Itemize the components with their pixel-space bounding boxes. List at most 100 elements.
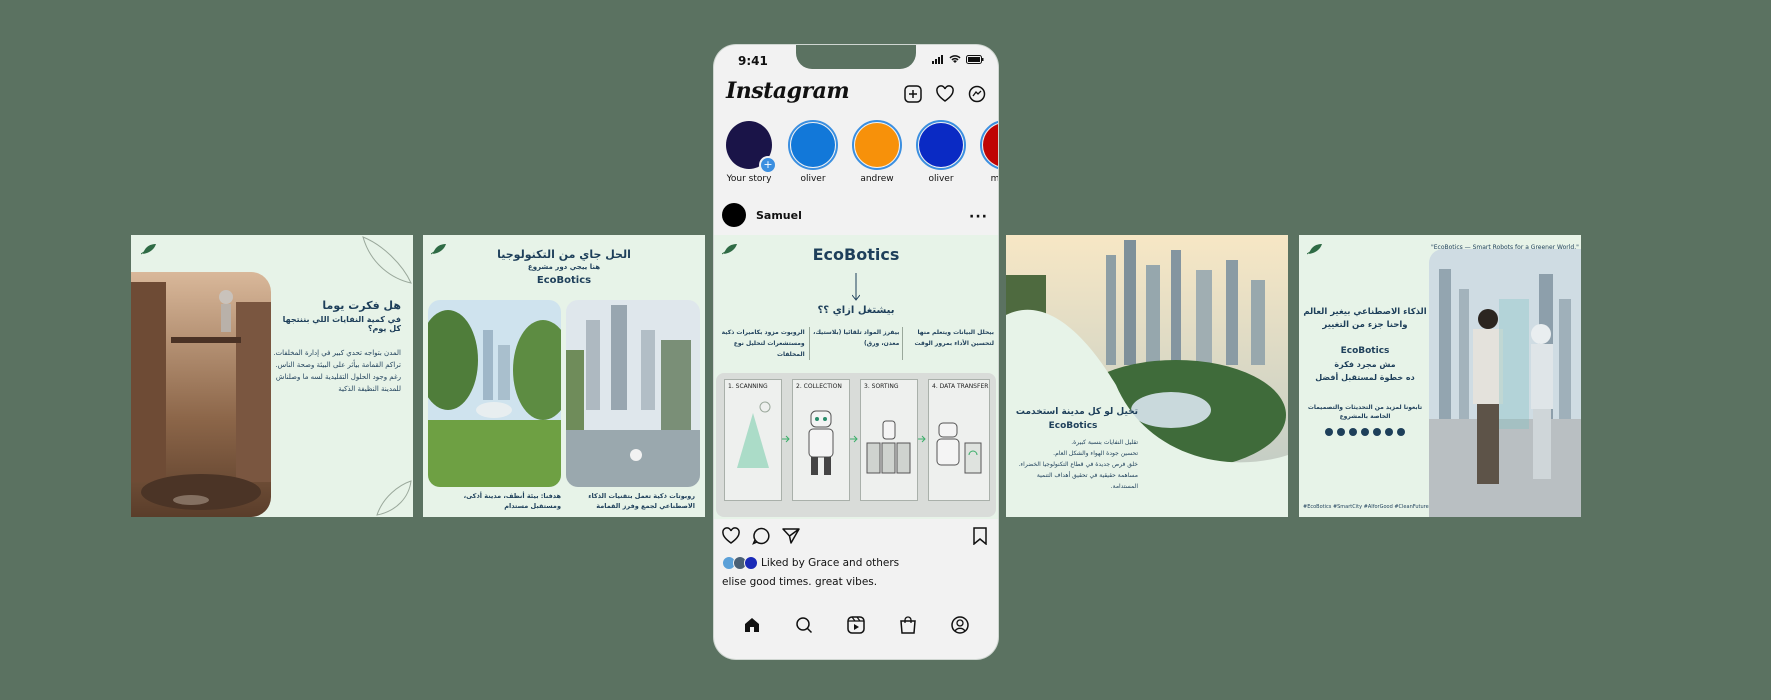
carousel-slide-5: "EcoBotics — Smart Robots for a Greener … xyxy=(1299,235,1581,517)
step-label: 3. SORTING xyxy=(864,383,899,390)
more-options-icon[interactable]: ··· xyxy=(969,209,988,225)
carousel-slide-4: تخيل لو كل مدينة استخدمت EcoBotics تقليل… xyxy=(1006,235,1288,517)
leaf-logo-icon xyxy=(141,244,156,255)
home-icon[interactable] xyxy=(743,616,761,634)
step-label: 1. SCANNING xyxy=(728,383,768,390)
story-name: oliver xyxy=(800,174,826,184)
social-icons xyxy=(1303,428,1427,436)
carousel-slide-2: الحل جاي من التكنولوجيا هنا ييجي دور مشر… xyxy=(423,235,705,517)
green-city-photo-2 xyxy=(566,300,700,487)
story-avatar xyxy=(855,123,899,167)
step-label: 2. COLLECTION xyxy=(796,383,842,390)
stories-tray: + Your story oliver andrew oliver mateo xyxy=(724,120,998,184)
shop-icon[interactable] xyxy=(899,616,917,634)
messenger-icon[interactable] xyxy=(968,85,986,103)
slide1-body-line: المدن بتواجه تحدي كبير في إدارة المخلفات… xyxy=(273,349,401,357)
phone-notch xyxy=(796,45,916,69)
bookmark-icon[interactable] xyxy=(972,527,988,545)
slide5-quote: "EcoBotics — Smart Robots for a Greener … xyxy=(1431,244,1579,251)
slide2-caption-right: روبوتات ذكية تعمل بتقنيات الذكاء الاصطنا… xyxy=(588,492,695,510)
story-name: andrew xyxy=(860,174,894,184)
bottom-nav xyxy=(714,591,998,659)
facebook-icon[interactable] xyxy=(1325,428,1333,436)
status-time: 9:41 xyxy=(738,54,768,68)
slide2-heading: الحل جاي من التكنولوجيا xyxy=(497,248,631,261)
add-story-icon[interactable]: + xyxy=(759,156,777,174)
post-author-name[interactable]: Samuel xyxy=(756,209,802,222)
slide4-body-line: خلق فرص جديدة في قطاع التكنولوجيا الخضرا… xyxy=(1018,461,1138,468)
story-avatar xyxy=(791,123,835,167)
step-card: 4. DATA TRANSFER xyxy=(928,379,990,501)
post-column: الروبوت مزود بكاميرات ذكية ومستشعرات لتح… xyxy=(721,329,805,358)
slide1-body-line: رغم وجود الحلول التقليدية لسه ما وصلناش xyxy=(275,373,401,381)
youtube-icon[interactable] xyxy=(1373,428,1381,436)
slide5-line-2: ده خطوة لمستقبل أفضل xyxy=(1315,373,1415,382)
story-item[interactable]: oliver xyxy=(916,120,966,184)
heart-icon[interactable] xyxy=(936,85,954,103)
post-caption: elise good times. great vibes. xyxy=(722,576,878,588)
slide1-heading-1: هل فكرت يوما xyxy=(322,299,401,312)
story-item[interactable]: andrew xyxy=(852,120,902,184)
arrow-right-icon xyxy=(782,435,790,443)
story-item[interactable]: oliver xyxy=(788,120,838,184)
slide4-heading: تخيل لو كل مدينة استخدمت xyxy=(1015,407,1138,417)
slide5-heading-2: واحنا جزء من التغيير xyxy=(1322,320,1408,330)
slide1-body-line: تراكم القمامة بيأثر على البيئة وصحة النا… xyxy=(275,361,401,369)
comment-icon[interactable] xyxy=(752,527,770,545)
new-post-icon[interactable] xyxy=(904,85,922,103)
story-item[interactable]: mateo xyxy=(980,120,998,184)
story-name: oliver xyxy=(928,174,954,184)
step-card: 1. SCANNING xyxy=(724,379,782,501)
reels-icon[interactable] xyxy=(847,616,865,634)
data-transfer-robot-icon xyxy=(936,422,982,474)
slide2-brand: EcoBotics xyxy=(536,275,592,286)
snapchat-icon[interactable] xyxy=(1361,428,1369,436)
post-author-avatar[interactable] xyxy=(722,203,746,227)
story-avatar xyxy=(919,123,963,167)
story-name: mateo xyxy=(990,174,998,184)
status-icons xyxy=(932,55,984,64)
linkedin-icon[interactable] xyxy=(1397,428,1405,436)
arrow-right-icon xyxy=(918,435,926,443)
sorting-bins-icon xyxy=(866,420,911,474)
slide4-body-line: تحسين جودة الهواء والشكل العام. xyxy=(1053,450,1138,457)
scan-beam-icon xyxy=(737,401,771,468)
robot-icon xyxy=(808,410,834,475)
pinterest-icon[interactable] xyxy=(1385,428,1393,436)
step-card: 3. SORTING xyxy=(860,379,918,501)
leaf-decoration-icon xyxy=(362,236,412,284)
liker-avatars xyxy=(722,556,758,570)
green-city-photo-1 xyxy=(428,300,561,487)
leaf-logo-icon xyxy=(1307,244,1322,255)
carousel-slide-1: هل فكرت يوما في كمية النفايات اللي بننتج… xyxy=(131,235,413,517)
slide5-line-1: مش مجرد فكرة xyxy=(1334,360,1396,369)
liked-by-text[interactable]: Liked by Grace and others xyxy=(761,557,899,569)
search-icon[interactable] xyxy=(795,616,813,634)
phone-mockup: 9:41 Instagram + Your story oliver andre… xyxy=(714,45,998,659)
slide5-follow-1: تابعونا لمزيد من التحديثات والتصميمات xyxy=(1307,404,1423,411)
profile-icon[interactable] xyxy=(951,616,969,634)
story-name: Your story xyxy=(726,174,772,184)
post-column: بيحلل البيانات ويتعلم منها لتحسين الأداء… xyxy=(914,329,994,347)
slide5-hashtags: #EcoBotics #SmartCity #AIforGood #CleanF… xyxy=(1303,504,1429,510)
slide5-heading-1: الذكاء الاصطناعي بيغير العالم xyxy=(1303,307,1427,317)
slide4-body-line: تقليل النفايات بنسبة كبيرة. xyxy=(1071,439,1138,446)
arrow-right-icon xyxy=(850,435,858,443)
story-avatar xyxy=(983,123,998,167)
post-image[interactable]: EcoBotics بيشتغل ازاي ؟؟ بيحلل البيانات … xyxy=(714,235,998,519)
instagram-logo[interactable]: Instagram xyxy=(726,78,850,104)
step-card: 2. COLLECTION xyxy=(792,379,850,501)
slide4-brand: EcoBotics xyxy=(1048,421,1098,431)
wifi-icon xyxy=(949,55,961,63)
story-item[interactable]: + Your story xyxy=(724,120,777,184)
slide4-body-line: مساهمة حقيقية في تحقيق أهداف التنمية الم… xyxy=(1036,472,1138,490)
share-icon[interactable] xyxy=(782,527,800,545)
liker-avatar xyxy=(744,556,758,570)
slide2-sub: هنا ييجي دور مشروع xyxy=(527,263,601,271)
like-icon[interactable] xyxy=(722,527,740,545)
instagram-icon[interactable] xyxy=(1337,428,1345,436)
tiktok-icon[interactable] xyxy=(1349,428,1357,436)
slide5-follow-2: الخاصة بالمشروع xyxy=(1339,413,1391,420)
human-robot-photo xyxy=(1429,249,1581,517)
slide1-heading-2: في كمية النفايات اللي بننتجها كل يوم؟ xyxy=(282,315,401,333)
